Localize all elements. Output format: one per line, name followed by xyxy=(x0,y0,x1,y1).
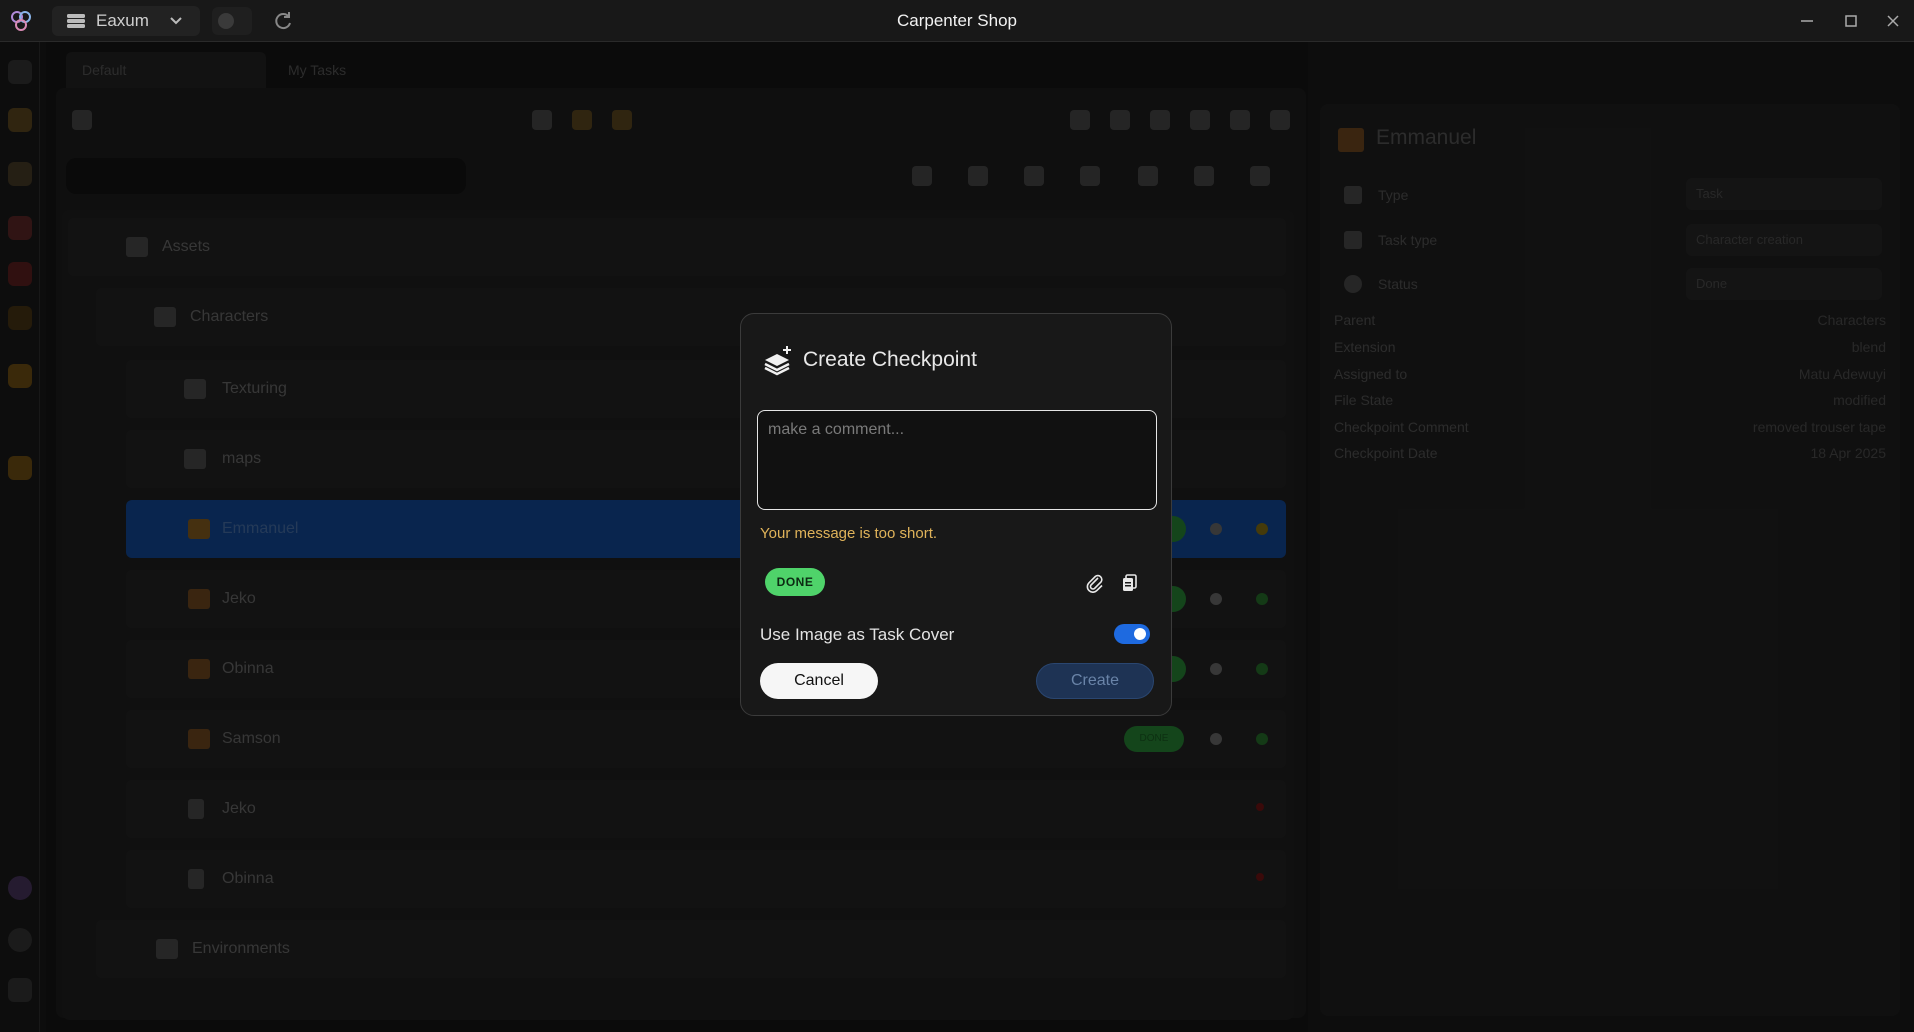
layers-plus-icon xyxy=(764,346,791,376)
validation-error: Your message is too short. xyxy=(760,525,938,542)
status-dot-icon xyxy=(218,13,234,29)
create-button[interactable]: Create xyxy=(1036,663,1154,699)
clipboard-copy-icon[interactable] xyxy=(1119,573,1139,593)
status-badge[interactable]: DONE xyxy=(765,568,825,596)
dialog-header: Create Checkpoint xyxy=(763,344,977,376)
toggle-knob xyxy=(1134,628,1146,640)
paperclip-icon[interactable] xyxy=(1085,573,1105,593)
dialog-title: Create Checkpoint xyxy=(803,348,977,371)
cancel-button[interactable]: Cancel xyxy=(760,663,878,699)
task-cover-toggle-label: Use Image as Task Cover xyxy=(760,625,955,644)
refresh-icon[interactable] xyxy=(272,10,294,32)
app-logo-icon[interactable] xyxy=(8,8,34,34)
minimize-icon[interactable] xyxy=(1796,10,1818,32)
maximize-icon[interactable] xyxy=(1840,10,1862,32)
workspace-switcher[interactable]: Eaxum xyxy=(52,6,200,36)
create-checkpoint-dialog: Create Checkpoint Your message is too sh… xyxy=(740,313,1172,716)
title-bar: Eaxum Carpenter Shop xyxy=(0,0,1914,42)
task-cover-toggle[interactable] xyxy=(1114,624,1150,644)
comment-input[interactable] xyxy=(768,421,1146,499)
comment-field[interactable] xyxy=(757,410,1157,510)
workspace-name: Eaxum xyxy=(96,11,149,30)
stack-icon xyxy=(67,14,85,28)
chevron-down-icon xyxy=(170,17,182,25)
close-icon[interactable] xyxy=(1882,10,1904,32)
